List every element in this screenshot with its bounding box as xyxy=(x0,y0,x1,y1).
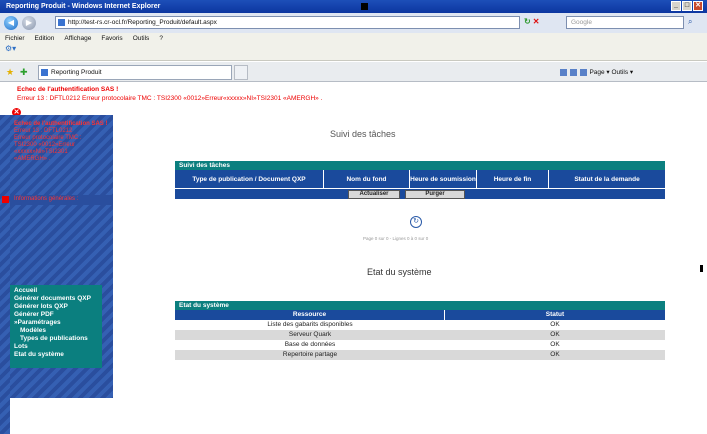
maximize-button[interactable]: □ xyxy=(682,1,692,11)
tasks-table-header: Type de publication / Document QXP Nom d… xyxy=(175,170,665,188)
nav-item-parametrages[interactable]: »Paramétrages xyxy=(14,319,98,327)
menu-view[interactable]: Affichage xyxy=(64,35,91,42)
nav-item-generer-pdf[interactable]: Générer PDF xyxy=(14,311,98,319)
tab-row: ★ ✚ Reporting Produit Page ▾ Outils ▾ xyxy=(0,62,707,82)
status-cell: OK xyxy=(550,341,560,348)
tab-reporting-produit[interactable]: Reporting Produit xyxy=(38,65,232,80)
back-icon[interactable]: ◀ xyxy=(4,16,18,30)
side-error-line: Erreur 13 : DFTL0212 xyxy=(14,128,73,134)
links-icon[interactable]: ⚙▾ xyxy=(5,44,16,53)
table-row: Repertoire partage OK xyxy=(175,350,665,360)
page-content: Echec de l'authentification SAS ! Erreur… xyxy=(0,83,707,434)
column-header: Statut xyxy=(545,311,565,318)
info-general-label: Informations générales : xyxy=(14,196,79,202)
nav-item-types-publications[interactable]: Types de publications xyxy=(14,335,98,343)
system-table: Etat du système Ressource Statut Liste d… xyxy=(175,301,665,360)
new-tab-button[interactable] xyxy=(234,65,248,80)
table-row: Base de données OK xyxy=(175,340,665,350)
tasks-table-caption: Suivi des tâches xyxy=(175,161,665,170)
side-nav-menu: Accueil Générer documents QXP Générer lo… xyxy=(10,285,102,368)
tasks-table: Suivi des tâches Type de publication / D… xyxy=(175,161,665,199)
side-error-line: «xxxxx»NI»TSI2301 xyxy=(14,149,68,155)
reload-circle-icon[interactable]: ↻ xyxy=(410,216,422,228)
resource-cell: Liste des gabarits disponibles xyxy=(267,321,353,328)
system-section-title: Etat du système xyxy=(367,267,432,277)
nav-item-lots[interactable]: Lots xyxy=(14,343,98,351)
address-row: ◀ ▶ http://test-rs.cr-ocl.fr/Reporting_P… xyxy=(0,13,707,33)
column-header[interactable]: Heure de fin xyxy=(477,170,549,188)
nav-item-etat-systeme[interactable]: Etat du système xyxy=(14,351,98,359)
column-header[interactable]: Type de publication / Document QXP xyxy=(175,170,324,188)
menu-bar: Fichier Edition Affichage Favoris Outils… xyxy=(0,33,707,44)
home-icon[interactable] xyxy=(560,68,567,76)
tasks-section-title: Suivi des tâches xyxy=(330,129,396,139)
tab-page-icon xyxy=(41,69,48,76)
add-favorites-icon[interactable]: ✚ xyxy=(20,67,28,78)
info-general-row: Informations générales : xyxy=(2,195,113,205)
resource-cell: Serveur Quark xyxy=(288,331,332,338)
print-icon[interactable] xyxy=(579,68,587,76)
table-row: Serveur Quark OK xyxy=(175,330,665,340)
window-controls: _ □ ✕ xyxy=(671,1,703,11)
menu-help[interactable]: ? xyxy=(159,35,163,42)
auth-error-title: Echec de l'authentification SAS ! xyxy=(17,86,119,93)
menu-edit[interactable]: Edition xyxy=(35,35,55,42)
nav-item-modeles[interactable]: Modèles xyxy=(14,327,98,335)
menu-file[interactable]: Fichier xyxy=(5,35,25,42)
side-error-text: Echec de l'authentification SAS ! Erreur… xyxy=(14,121,110,163)
resource-cell: Base de données xyxy=(284,341,336,348)
command-bar-text[interactable]: Page ▾ Outils ▾ xyxy=(589,69,633,76)
system-table-caption: Etat du système xyxy=(175,301,665,310)
status-cell: OK xyxy=(550,351,560,358)
purge-button[interactable]: Purger xyxy=(405,190,465,199)
nav-item-generer-documents[interactable]: Générer documents QXP xyxy=(14,295,98,303)
side-error-line: «AMERGH» . xyxy=(14,156,51,162)
tab-label: Reporting Produit xyxy=(51,69,102,76)
title-bar-marker xyxy=(361,3,368,10)
error-square-icon xyxy=(2,196,9,203)
side-error-line: Erreur protocolaire TMC : xyxy=(14,135,82,141)
nav-item-generer-lots[interactable]: Générer lots QXP xyxy=(14,303,98,311)
resource-cell: Repertoire partage xyxy=(282,351,338,358)
column-header[interactable]: Statut de la demande xyxy=(549,170,665,188)
side-error-title: Echec de l'authentification SAS ! xyxy=(14,121,108,127)
search-icon[interactable]: ⌕ xyxy=(688,17,692,27)
scroll-marker xyxy=(700,265,703,272)
feeds-icon[interactable] xyxy=(569,68,577,76)
search-input[interactable]: Google xyxy=(566,16,684,29)
address-bar[interactable]: http://test-rs.cr-ocl.fr/Reporting_Produ… xyxy=(55,16,520,29)
side-error-line: TSI2300 «0012»Erreur xyxy=(14,142,76,148)
tasks-button-row: Actualiser Purger xyxy=(175,188,665,199)
address-controls: ↻ ✕ xyxy=(524,17,539,26)
forward-icon[interactable]: ▶ xyxy=(22,16,36,30)
close-button[interactable]: ✕ xyxy=(693,1,703,11)
window-title: Reporting Produit - Windows Internet Exp… xyxy=(6,3,161,10)
column-header[interactable]: Heure de soumission xyxy=(410,170,477,188)
auth-error-detail: Erreur 13 : DFTL0212 Erreur protocolaire… xyxy=(17,95,323,102)
window-title-bar: Reporting Produit - Windows Internet Exp… xyxy=(0,0,707,13)
column-header[interactable]: Nom du fond xyxy=(324,170,410,188)
menu-tools[interactable]: Outils xyxy=(133,35,150,42)
column-header: Ressource xyxy=(175,310,445,320)
nav-item-accueil[interactable]: Accueil xyxy=(14,287,98,295)
command-bar[interactable]: Page ▾ Outils ▾ xyxy=(560,68,633,76)
address-text: http://test-rs.cr-ocl.fr/Reporting_Produ… xyxy=(68,19,217,26)
table-row: Liste des gabarits disponibles OK xyxy=(175,320,665,330)
status-cell: OK xyxy=(550,321,560,328)
page-icon xyxy=(58,19,65,26)
status-cell: OK xyxy=(550,331,560,338)
pagination-info: Page 0 sur 0 - Lignes 0 à 0 sur 0 xyxy=(363,236,429,241)
stop-icon[interactable]: ✕ xyxy=(533,17,540,26)
links-bar: ⚙▾ xyxy=(0,44,707,61)
favorites-star-icon[interactable]: ★ xyxy=(6,67,14,78)
refresh-button[interactable]: Actualiser xyxy=(348,190,400,199)
refresh-icon[interactable]: ↻ xyxy=(524,17,531,26)
menu-favorites[interactable]: Favoris xyxy=(101,35,122,42)
minimize-button[interactable]: _ xyxy=(671,1,681,11)
left-border-panel xyxy=(0,115,10,434)
system-table-header: Ressource Statut xyxy=(175,310,665,320)
